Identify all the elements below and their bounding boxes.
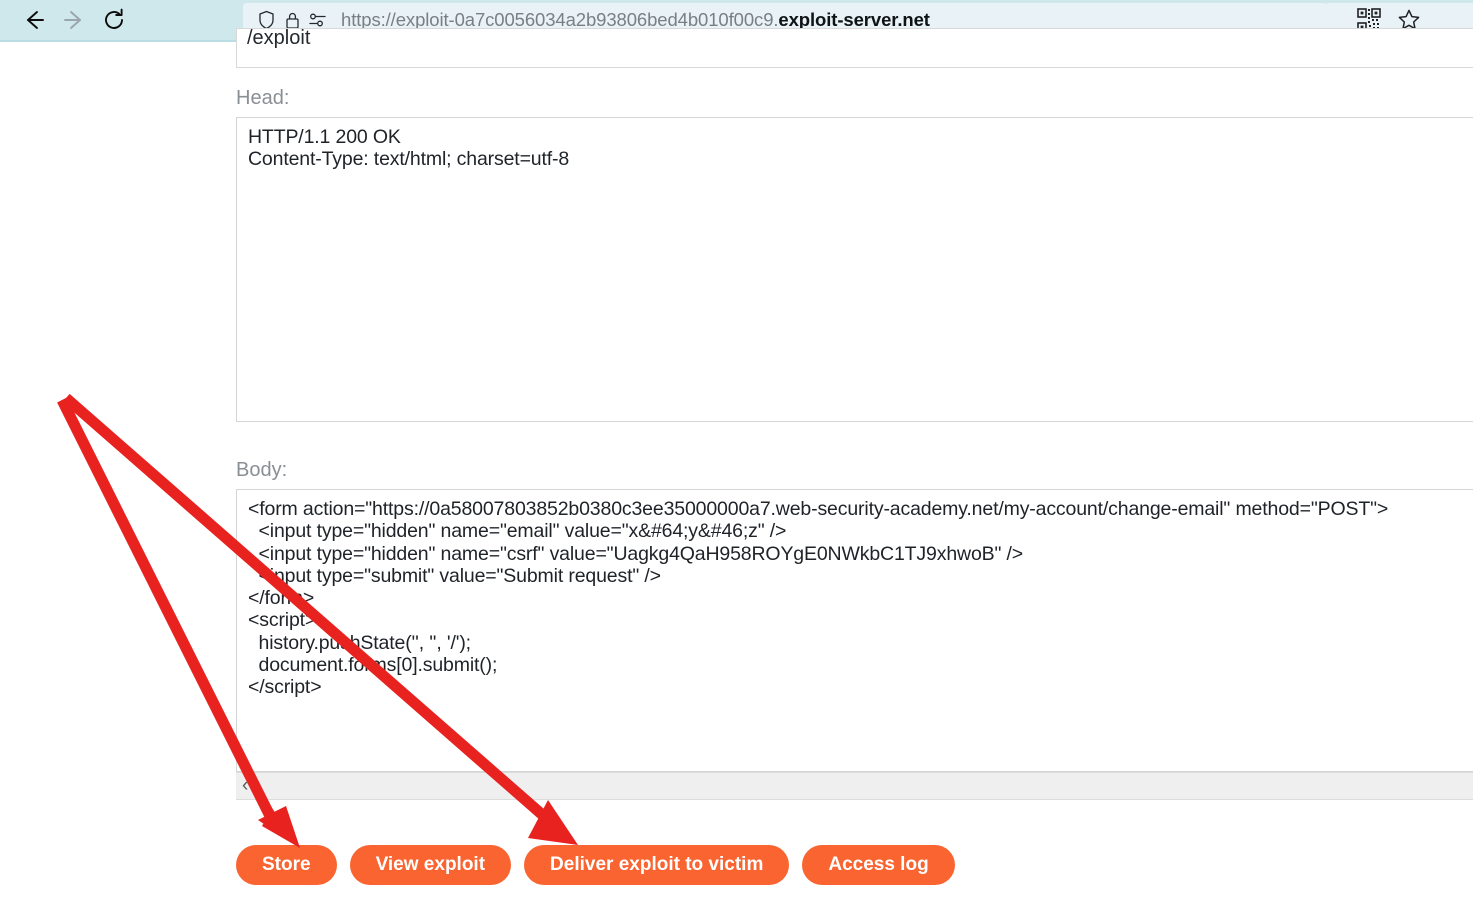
body-label: Body: <box>236 459 287 482</box>
reload-button[interactable] <box>94 3 134 37</box>
url-path-field-value: /exploit <box>247 28 310 50</box>
head-textarea[interactable]: HTTP/1.1 200 OK Content-Type: text/html;… <box>236 117 1473 422</box>
url-domain: exploit-server.net <box>778 9 929 30</box>
store-button[interactable]: Store <box>236 845 337 885</box>
head-textarea-value: HTTP/1.1 200 OK Content-Type: text/html;… <box>248 126 569 171</box>
url-path-field-clipped[interactable]: /exploit <box>236 28 1473 68</box>
view-exploit-button[interactable]: View exploit <box>350 845 511 885</box>
head-label: Head: <box>236 87 289 110</box>
back-button[interactable] <box>14 3 54 37</box>
forward-arrow-icon <box>61 7 87 33</box>
access-log-button[interactable]: Access log <box>802 845 954 885</box>
back-arrow-icon <box>21 7 47 33</box>
scroll-left-icon[interactable]: ‹ <box>242 775 248 797</box>
body-textarea-value: <form action="https://0a58007803852b0380… <box>248 498 1388 699</box>
exploit-server-page: /exploit Head: HTTP/1.1 200 OK Content-T… <box>0 42 1473 916</box>
forward-button[interactable] <box>54 3 94 37</box>
action-button-row: Store View exploit Deliver exploit to vi… <box>236 845 955 885</box>
deliver-exploit-button[interactable]: Deliver exploit to victim <box>524 845 789 885</box>
body-horizontal-scrollbar[interactable]: ‹ <box>236 772 1473 800</box>
body-textarea[interactable]: <form action="https://0a58007803852b0380… <box>236 489 1473 772</box>
reload-icon <box>101 7 127 33</box>
url-prefix: https://exploit-0a7c0056034a2b93806bed4b… <box>341 9 778 30</box>
